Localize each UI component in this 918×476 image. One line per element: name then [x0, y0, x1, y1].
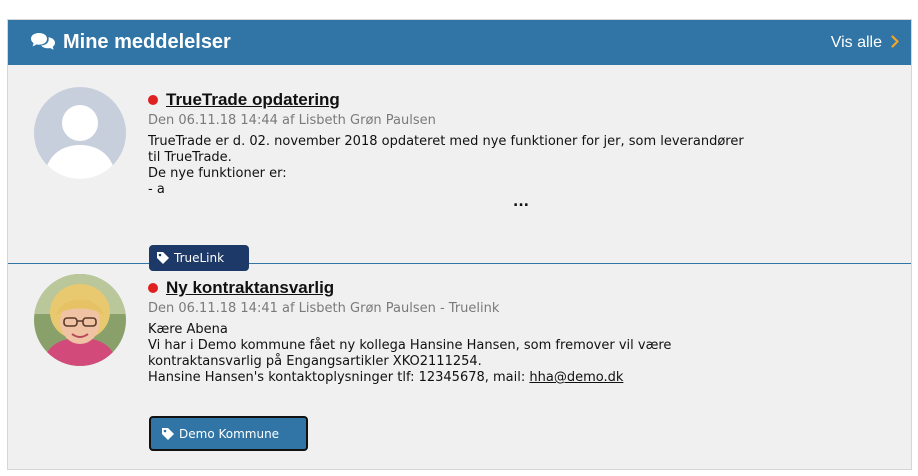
message-meta: Den 06.11.18 14:41 af Lisbeth Grøn Pauls…	[148, 301, 500, 316]
email-link[interactable]: hha@demo.dk	[529, 370, 623, 385]
tag-button-demo-kommune[interactable]: Demo Kommune	[149, 416, 308, 451]
message-contact-line: Hansine Hansen's kontaktoplysninger tlf:…	[148, 370, 891, 386]
message-title-row: TrueTrade opdatering	[148, 89, 891, 111]
tag-label: Demo Kommune	[179, 426, 280, 441]
show-all-label: Vis alle	[830, 33, 882, 51]
chevron-right-icon	[891, 33, 899, 52]
unread-dot-icon	[148, 283, 158, 293]
read-more-ellipsis[interactable]: ...	[513, 194, 529, 210]
panel-title: Mine meddelelser	[63, 31, 231, 53]
message-item: Ny kontraktansvarlig Den 06.11.18 14:41 …	[8, 264, 911, 464]
panel-title-group: Mine meddelelser	[30, 31, 231, 55]
message-content: TrueTrade opdatering Den 06.11.18 14:44 …	[148, 89, 891, 210]
message-body: TrueTrade er d. 02. november 2018 opdate…	[148, 134, 891, 198]
tag-icon	[156, 251, 170, 265]
unread-dot-icon	[148, 95, 158, 105]
message-body-line: Kære Abena	[148, 322, 228, 337]
tag-label: TrueLink	[174, 251, 225, 265]
chat-bubbles-icon	[30, 31, 56, 55]
person-photo-avatar	[34, 274, 126, 366]
message-item: TrueTrade opdatering Den 06.11.18 14:44 …	[8, 65, 911, 271]
messages-panel: Mine meddelelser Vis alle TrueTrade opda…	[7, 19, 912, 470]
message-body-line: De nye funktioner er:	[148, 166, 287, 181]
message-content: Ny kontraktansvarlig Den 06.11.18 14:41 …	[148, 277, 891, 386]
default-person-avatar	[34, 87, 126, 179]
message-body-line: kontraktansvarlig på Engangsartikler XKO…	[148, 354, 482, 369]
message-body-line: TrueTrade er d. 02. november 2018 opdate…	[148, 134, 744, 149]
contact-text: Hansine Hansen's kontaktoplysninger tlf:…	[148, 370, 530, 385]
message-title[interactable]: Ny kontraktansvarlig	[166, 278, 334, 298]
message-meta: Den 06.11.18 14:44 af Lisbeth Grøn Pauls…	[148, 113, 436, 128]
message-title[interactable]: TrueTrade opdatering	[166, 90, 340, 110]
message-title-row: Ny kontraktansvarlig	[148, 277, 891, 299]
message-body-line: Vi har i Demo kommune fået ny kollega Ha…	[148, 338, 672, 353]
message-body-line: til TrueTrade.	[148, 150, 232, 165]
panel-header: Mine meddelelser Vis alle	[8, 20, 911, 65]
tag-icon	[161, 427, 175, 441]
show-all-link[interactable]: Vis alle	[831, 33, 899, 52]
message-body: Kære Abena Vi har i Demo kommune fået ny…	[148, 322, 891, 386]
